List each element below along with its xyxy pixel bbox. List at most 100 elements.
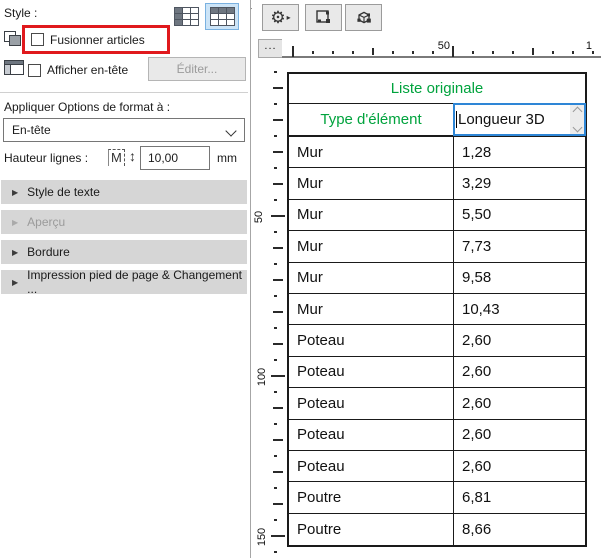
section-label: Style de texte bbox=[27, 185, 100, 199]
length-cell[interactable]: 2,60 bbox=[454, 325, 585, 355]
table-row: Mur5,50 bbox=[289, 200, 585, 231]
header-edit-value: Longueur 3D bbox=[458, 111, 545, 128]
row-height-label: Hauteur lignes : bbox=[4, 151, 88, 165]
ruler-label: 50 bbox=[253, 211, 265, 223]
column-header-type[interactable]: Type d'élément bbox=[289, 104, 454, 135]
preview-table-body: Mur1,28Mur3,29Mur5,50Mur7,73Mur9,58Mur10… bbox=[289, 137, 585, 545]
ruler-tick bbox=[273, 247, 283, 249]
settings-menu-button[interactable]: ⚙ ▸ bbox=[262, 4, 299, 31]
length-cell[interactable]: 10,43 bbox=[454, 294, 585, 324]
table-row: Mur3,29 bbox=[289, 168, 585, 199]
ruler-tick bbox=[292, 46, 294, 57]
table-row: Mur10,43 bbox=[289, 294, 585, 325]
horizontal-ruler: 501 bbox=[282, 38, 601, 58]
table-row: Poutre6,81 bbox=[289, 482, 585, 513]
length-cell[interactable]: 2,60 bbox=[454, 451, 585, 481]
element-type-cell[interactable]: Mur bbox=[289, 294, 454, 324]
ruler-tick bbox=[273, 439, 283, 441]
vertical-ruler: 50100150 bbox=[252, 60, 285, 558]
afficher-entete-label: Afficher en-tête bbox=[47, 63, 128, 77]
ruler-tick bbox=[412, 51, 414, 54]
ruler-tick bbox=[271, 375, 285, 377]
table-row: Mur1,28 bbox=[289, 137, 585, 168]
element-type-cell[interactable]: Poutre bbox=[289, 514, 454, 545]
fusionner-articles-checkbox[interactable] bbox=[31, 33, 44, 46]
preview-table: Liste originale Type d'élément Longueur … bbox=[287, 72, 587, 547]
length-cell[interactable]: 2,60 bbox=[454, 420, 585, 450]
ruler-tick bbox=[492, 51, 494, 54]
preview-panel: ⚙ ▸ ... 501 50100150 Liste original bbox=[252, 0, 601, 558]
element-type-cell[interactable]: Mur bbox=[289, 231, 454, 261]
select-elements-2d-button[interactable] bbox=[305, 4, 342, 31]
length-cell[interactable]: 3,29 bbox=[454, 168, 585, 198]
ruler-tick bbox=[372, 48, 374, 55]
ruler-tick bbox=[572, 51, 574, 54]
field-spinner[interactable] bbox=[570, 105, 584, 134]
table-row: Poteau2,60 bbox=[289, 388, 585, 419]
length-cell[interactable]: 9,58 bbox=[454, 263, 585, 293]
panel-divider bbox=[250, 0, 251, 558]
ruler-options-button[interactable]: ... bbox=[258, 39, 283, 58]
section-label: Aperçu bbox=[27, 215, 65, 229]
length-cell[interactable]: 8,66 bbox=[454, 514, 585, 545]
format-target-value: En-tête bbox=[12, 123, 51, 137]
length-cell[interactable]: 5,50 bbox=[454, 200, 585, 230]
expand-arrow-icon: ▶ bbox=[12, 218, 18, 227]
element-type-cell[interactable]: Mur bbox=[289, 137, 454, 167]
text-cursor bbox=[456, 111, 457, 128]
column-header-length: Longueur 3D bbox=[454, 104, 585, 135]
afficher-entete-checkbox[interactable] bbox=[28, 64, 41, 77]
table-title[interactable]: Liste originale bbox=[289, 74, 585, 104]
length-cell[interactable]: 1,28 bbox=[454, 137, 585, 167]
ruler-tick bbox=[274, 135, 277, 137]
ruler-tick bbox=[352, 51, 354, 54]
ruler-tick bbox=[273, 311, 283, 313]
length-cell[interactable]: 2,60 bbox=[454, 388, 585, 418]
table-row: Poutre8,66 bbox=[289, 514, 585, 545]
collapsible-section[interactable]: ▶Bordure bbox=[1, 240, 247, 264]
ruler-tick bbox=[274, 231, 277, 233]
length-cell[interactable]: 2,60 bbox=[454, 357, 585, 387]
element-type-cell[interactable]: Mur bbox=[289, 200, 454, 230]
merge-items-icon bbox=[4, 31, 24, 49]
element-type-cell[interactable]: Poteau bbox=[289, 325, 454, 355]
collapsible-section[interactable]: ▶Style de texte bbox=[1, 180, 247, 204]
element-type-cell[interactable]: Mur bbox=[289, 168, 454, 198]
apply-format-label: Appliquer Options de format à : bbox=[4, 100, 170, 114]
ruler-tick bbox=[274, 423, 277, 425]
length-cell[interactable]: 6,81 bbox=[454, 482, 585, 512]
element-type-cell[interactable]: Poteau bbox=[289, 357, 454, 387]
element-type-cell[interactable]: Poteau bbox=[289, 420, 454, 450]
ruler-tick bbox=[273, 279, 283, 281]
table-left-column-icon bbox=[174, 7, 199, 26]
ruler-tick bbox=[552, 51, 554, 54]
editer-button: Éditer... bbox=[148, 57, 246, 81]
length-cell[interactable]: 7,73 bbox=[454, 231, 585, 261]
element-type-cell[interactable]: Poteau bbox=[289, 388, 454, 418]
ruler-tick bbox=[274, 71, 277, 73]
style-option-left-column-button[interactable] bbox=[169, 3, 203, 30]
ruler-tick bbox=[273, 119, 283, 121]
element-type-cell[interactable]: Mur bbox=[289, 263, 454, 293]
style-option-header-row-button[interactable] bbox=[205, 3, 239, 30]
ruler-tick bbox=[312, 51, 314, 54]
select-elements-3d-button[interactable] bbox=[345, 4, 382, 31]
ruler-tick bbox=[273, 151, 283, 153]
row-height-input[interactable]: 10,00 bbox=[140, 146, 210, 170]
element-type-cell[interactable]: Poutre bbox=[289, 482, 454, 512]
header-edit-field[interactable]: Longueur 3D bbox=[453, 103, 586, 136]
show-header-icon bbox=[4, 60, 24, 75]
chevron-down-icon[interactable] bbox=[572, 123, 582, 133]
section-label: Impression pied de page & Changement ... bbox=[27, 268, 247, 296]
format-target-select[interactable]: En-tête bbox=[3, 118, 245, 142]
table-row: Mur9,58 bbox=[289, 263, 585, 294]
element-type-cell[interactable]: Poteau bbox=[289, 451, 454, 481]
chevron-up-icon[interactable] bbox=[572, 107, 582, 117]
ruler-tick bbox=[273, 407, 283, 409]
ruler-tick bbox=[274, 327, 277, 329]
ruler-tick bbox=[273, 343, 283, 345]
table-row: Poteau2,60 bbox=[289, 451, 585, 482]
ruler-tick bbox=[273, 183, 283, 185]
ruler-label: 1 bbox=[586, 40, 594, 52]
collapsible-section[interactable]: ▶Impression pied de page & Changement ..… bbox=[1, 270, 247, 294]
